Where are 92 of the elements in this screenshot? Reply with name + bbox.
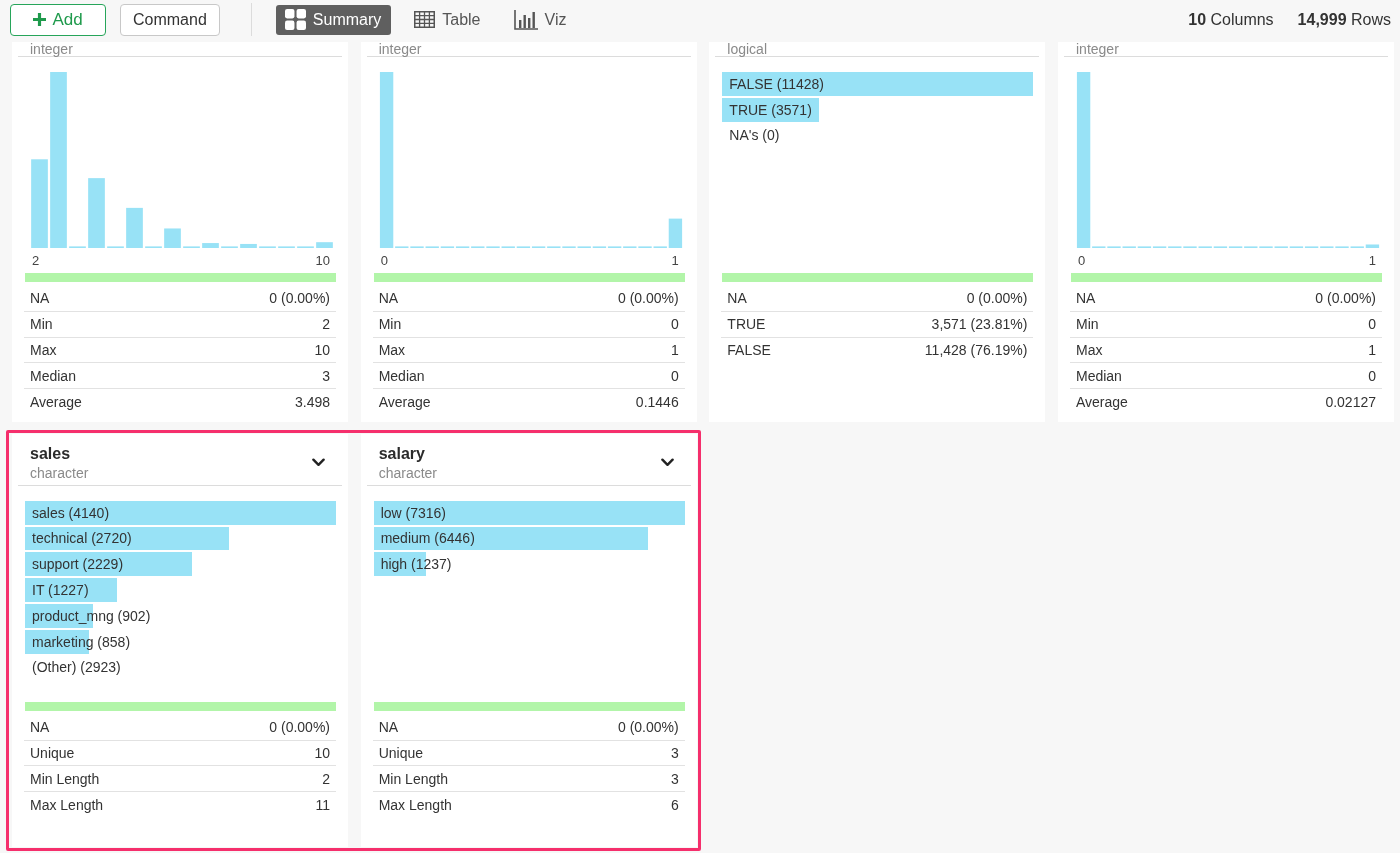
stat-label: Max Length — [30, 796, 104, 813]
stat-label: Max — [1076, 341, 1103, 358]
stat-label: NA — [378, 719, 399, 736]
category-label: marketing (858) — [31, 633, 131, 650]
stat-label: TRUE — [727, 316, 766, 333]
stat-value: 10 — [314, 341, 330, 358]
stat-label: Unique — [30, 744, 75, 761]
bar-chart-icon — [513, 9, 538, 30]
column-type: integer — [30, 42, 73, 56]
stat-value: 3 — [670, 744, 679, 761]
stat-label: Average — [1076, 393, 1128, 410]
stat-label: Min — [378, 316, 402, 333]
stat-value: 3 — [670, 770, 679, 787]
stat-value: 0 (0.00%) — [1315, 290, 1376, 307]
category-label: medium (6446) — [379, 530, 475, 547]
chevron-down-icon[interactable] — [660, 458, 674, 468]
stat-label: Unique — [378, 744, 424, 761]
stat-label: Median — [30, 367, 76, 384]
stat-value: 3,571 (23.81%) — [931, 316, 1028, 333]
stat-label: FALSE — [727, 342, 771, 359]
stat-value: 11 — [315, 796, 330, 813]
chevron-down-icon[interactable] — [312, 458, 325, 468]
stat-value: 0 — [670, 367, 679, 384]
category-label: technical (2720) — [31, 530, 132, 547]
stat-label: NA — [727, 290, 747, 307]
stat-value: 0.02127 — [1325, 393, 1376, 410]
table-grid-icon — [414, 11, 436, 28]
stat-value: 0 — [1368, 367, 1376, 384]
stat-label: NA — [378, 290, 399, 307]
axis-label: 1 — [1368, 254, 1376, 268]
column-name: sales — [30, 443, 72, 464]
stat-label: NA — [30, 290, 50, 307]
count-label: 10 Columns — [1188, 10, 1274, 29]
stat-value: 0 (0.00%) — [966, 290, 1028, 307]
stat-label: Median — [378, 367, 425, 384]
stat-label: Max — [378, 341, 406, 358]
column-type: integer — [1076, 42, 1119, 56]
category-label: TRUE (3571) — [728, 101, 812, 118]
stat-label: Median — [1076, 367, 1122, 384]
view-tab[interactable]: Summary — [275, 4, 392, 35]
four-squares-icon — [284, 9, 306, 30]
column-name: salary — [378, 443, 426, 464]
add-button[interactable]: Add — [10, 3, 106, 36]
category-label: sales (4140) — [31, 504, 110, 521]
count-label: 14,999 Rows — [1297, 10, 1391, 29]
column-type: integer — [378, 42, 422, 56]
axis-label: 1 — [671, 254, 679, 268]
stat-value: 2 — [322, 316, 330, 333]
stat-value: 0 (0.00%) — [617, 719, 679, 736]
category-label: (Other) (2923) — [31, 659, 121, 676]
stat-value: 3.498 — [294, 393, 330, 410]
stat-label: Max — [30, 341, 57, 358]
column-type: character — [30, 463, 90, 482]
view-tab[interactable]: Table — [405, 4, 491, 35]
stat-value: 6 — [670, 796, 679, 813]
stat-label: Average — [30, 393, 82, 410]
plus-icon — [33, 13, 47, 26]
stat-value: 11,428 (76.19%) — [924, 342, 1028, 359]
stat-value: 1 — [1368, 341, 1376, 358]
stat-label: NA — [1076, 290, 1096, 307]
axis-label: 0 — [1078, 254, 1086, 268]
stat-value: 0 (0.00%) — [269, 719, 330, 736]
column-type: character — [378, 463, 438, 482]
stat-value: 3 — [322, 367, 330, 384]
axis-label: 0 — [380, 254, 388, 268]
stat-label: Min Length — [378, 770, 448, 787]
stat-label: Max Length — [378, 796, 452, 813]
stat-value: 10 — [314, 744, 330, 761]
stat-value: 1 — [670, 341, 679, 358]
category-label: IT (1227) — [31, 582, 89, 599]
axis-label: 2 — [32, 254, 40, 268]
category-label: product_mng (902) — [31, 607, 151, 624]
category-label: support (2229) — [31, 556, 124, 573]
category-label: high (1237) — [379, 556, 452, 573]
stat-value: 0.1446 — [635, 393, 679, 410]
stat-label: Min Length — [30, 770, 100, 787]
category-label: FALSE (11428) — [728, 75, 824, 92]
stat-label: Min — [1076, 316, 1099, 333]
stat-value: 0 — [670, 316, 679, 333]
command-button[interactable]: Command — [120, 3, 220, 36]
stat-value: 2 — [322, 770, 330, 787]
view-tab[interactable]: Viz — [504, 4, 577, 35]
category-label: NA's (0) — [728, 127, 780, 144]
stat-value: 0 (0.00%) — [617, 290, 679, 307]
stat-label: NA — [30, 719, 50, 736]
stat-value: 0 (0.00%) — [269, 290, 330, 307]
column-type: logical — [727, 42, 768, 56]
stat-value: 0 — [1368, 316, 1376, 333]
stat-label: Average — [378, 393, 431, 410]
axis-label: 10 — [315, 254, 330, 268]
stat-label: Min — [30, 316, 53, 333]
category-label: low (7316) — [379, 504, 447, 521]
